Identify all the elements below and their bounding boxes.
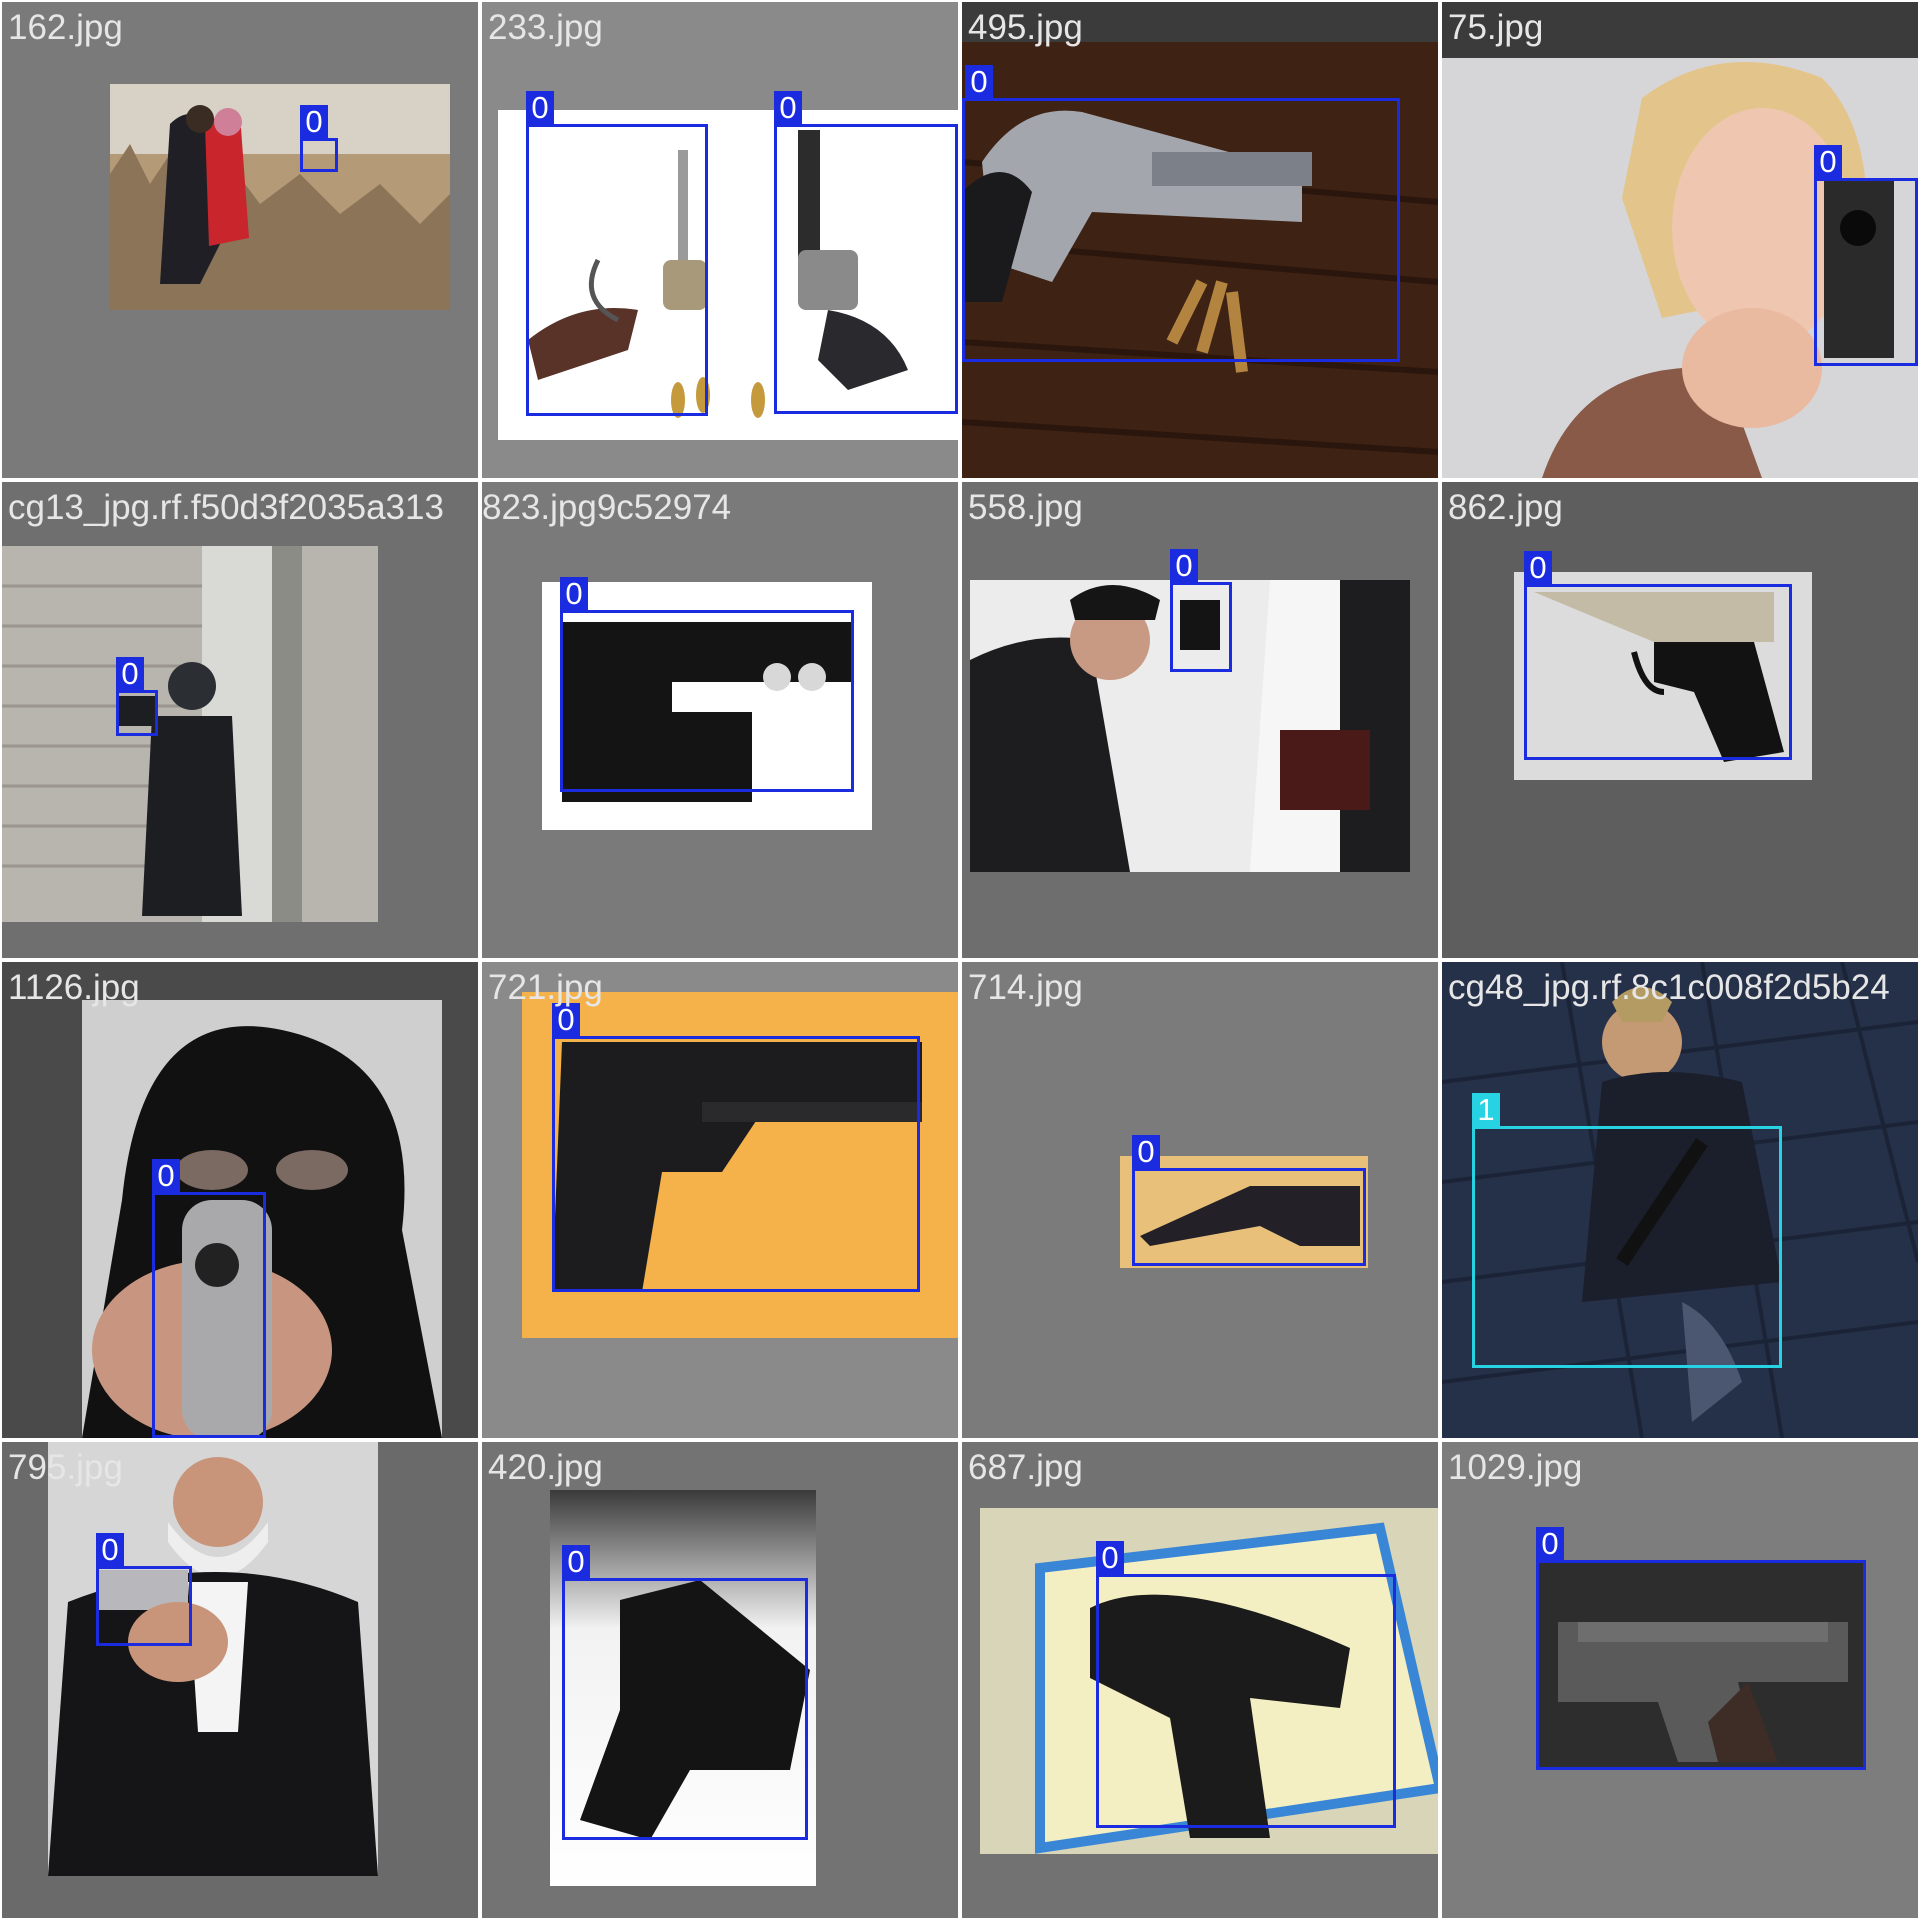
tile-233: 0 0 233.jpg — [482, 2, 958, 478]
class-tag: 0 — [1170, 549, 1198, 583]
bbox: 0 — [1132, 1135, 1366, 1266]
tile-cg13: 0 cg13_jpg.rf.f50d3f2035a313 — [2, 482, 478, 958]
file-name: 420.jpg — [488, 1448, 603, 1487]
bbox: 0 — [1170, 549, 1232, 672]
tile-795: 0 795.jpg — [2, 1442, 478, 1918]
detection-grid: 0 162.jpg 0 0 233.jpg 0 495.jpg 0 75.jpg… — [0, 0, 1920, 1920]
class-tag: 0 — [152, 1159, 180, 1193]
bbox: 0 — [116, 657, 158, 736]
class-tag: 0 — [562, 1545, 590, 1579]
bbox: 0 — [152, 1159, 266, 1438]
file-name: cg13_jpg.rf.f50d3f2035a313 — [8, 488, 444, 527]
photo-cg13 — [2, 546, 378, 922]
tile-823: 0 823.jpg9c52974 — [482, 482, 958, 958]
bbox: 0 — [1096, 1541, 1396, 1828]
bbox: 0 — [774, 91, 958, 414]
tile-495: 0 495.jpg — [962, 2, 1438, 478]
class-tag: 0 — [1536, 1527, 1564, 1561]
tile-cg48: 1 cg48_jpg.rf.8c1c008f2d5b24 — [1442, 962, 1918, 1438]
tile-75: 0 75.jpg — [1442, 2, 1918, 478]
bbox: 0 — [300, 105, 338, 172]
tile-687: 0 687.jpg — [962, 1442, 1438, 1918]
file-name: 1029.jpg — [1448, 1448, 1583, 1487]
file-name: 721.jpg — [488, 968, 603, 1007]
class-tag: 0 — [1132, 1135, 1160, 1169]
class-tag: 0 — [552, 1003, 580, 1037]
class-tag: 0 — [560, 577, 588, 611]
tile-420: 0 420.jpg — [482, 1442, 958, 1918]
tile-721: 0 721.jpg — [482, 962, 958, 1438]
tile-558: 0 558.jpg — [962, 482, 1438, 958]
bbox: 0 — [1536, 1527, 1866, 1770]
photo-162 — [110, 84, 450, 310]
file-name: 823.jpg9c52974 — [482, 488, 732, 527]
class-tag: 0 — [774, 91, 802, 125]
bbox: 0 — [1814, 145, 1918, 366]
bbox: 0 — [1524, 551, 1792, 760]
class-tag: 0 — [116, 657, 144, 691]
file-name: 558.jpg — [968, 488, 1083, 527]
class-tag: 0 — [96, 1533, 124, 1567]
file-name: 75.jpg — [1448, 8, 1544, 47]
file-name: 687.jpg — [968, 1448, 1083, 1487]
class-tag: 0 — [1096, 1541, 1124, 1575]
bbox: 0 — [562, 1545, 808, 1840]
bbox: 0 — [526, 91, 708, 416]
file-name: cg48_jpg.rf.8c1c008f2d5b24 — [1448, 968, 1890, 1007]
class-tag: 0 — [1524, 551, 1552, 585]
bbox: 0 — [962, 65, 1400, 362]
tile-1029: 0 1029.jpg — [1442, 1442, 1918, 1918]
file-name: 714.jpg — [968, 968, 1083, 1007]
file-name: 862.jpg — [1448, 488, 1563, 527]
photo-795 — [48, 1442, 378, 1876]
tile-162: 0 162.jpg — [2, 2, 478, 478]
bbox: 1 — [1472, 1093, 1782, 1368]
file-name: 162.jpg — [8, 8, 123, 47]
class-tag: 0 — [300, 105, 328, 139]
file-name: 233.jpg — [488, 8, 603, 47]
file-name: 795.jpg — [8, 1448, 123, 1487]
file-name: 1126.jpg — [8, 968, 140, 1007]
bbox: 0 — [552, 1003, 920, 1292]
class-tag: 0 — [1814, 145, 1842, 179]
class-tag: 0 — [526, 91, 554, 125]
class-tag: 1 — [1472, 1093, 1500, 1127]
tile-862: 0 862.jpg — [1442, 482, 1918, 958]
file-name: 495.jpg — [968, 8, 1083, 47]
bbox: 0 — [560, 577, 854, 792]
class-tag: 0 — [965, 65, 993, 99]
tile-1126: 0 1126.jpg — [2, 962, 478, 1438]
bbox: 0 — [96, 1533, 192, 1646]
tile-714: 0 714.jpg — [962, 962, 1438, 1438]
